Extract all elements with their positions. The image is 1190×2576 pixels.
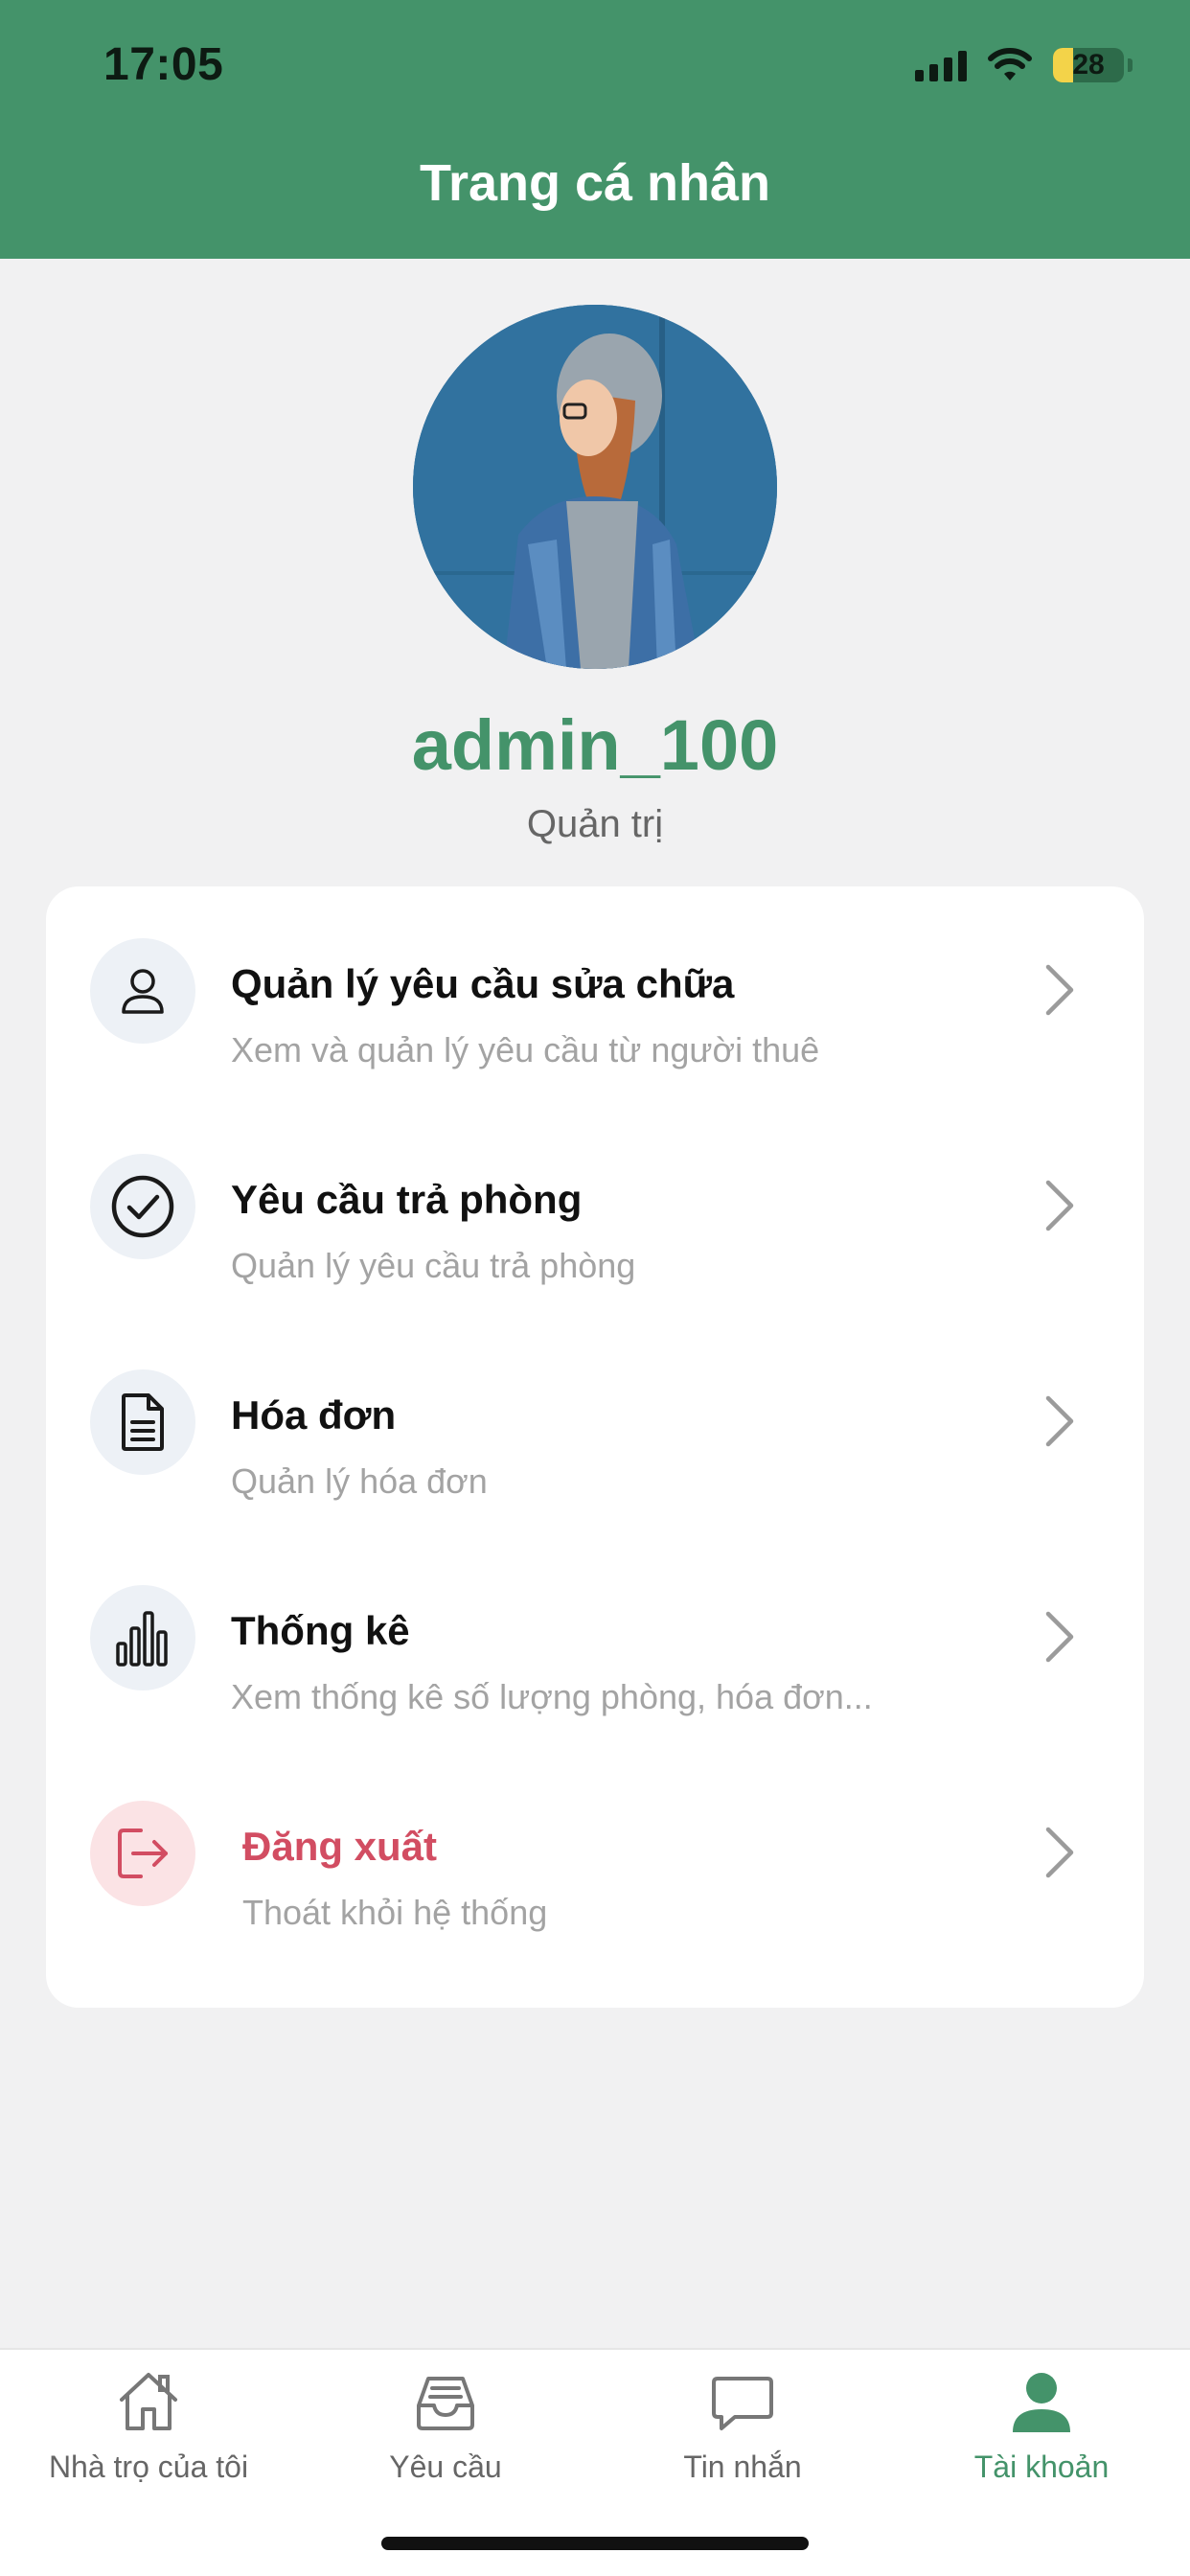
page-title: Trang cá nhân xyxy=(419,154,771,212)
menu-item-logout[interactable]: Đăng xuất Thoát khỏi hệ thống xyxy=(46,1749,1144,1965)
menu-item-subtitle: Thoát khỏi hệ thống xyxy=(242,1893,548,1932)
menu-card: Quản lý yêu cầu sửa chữa Xem và quản lý … xyxy=(46,886,1144,2008)
avatar-photo xyxy=(413,305,777,669)
tab-messages[interactable]: Tin nhắn xyxy=(594,2367,891,2485)
home-icon xyxy=(120,2373,177,2430)
menu-item-subtitle: Xem và quản lý yêu cầu từ người thuê xyxy=(231,1030,820,1070)
check-circle-icon xyxy=(90,1154,195,1259)
profile-username: admin_100 xyxy=(411,705,779,785)
avatar[interactable] xyxy=(413,305,777,669)
tab-label: Nhà trọ của tôi xyxy=(48,2450,249,2484)
home-indicator[interactable] xyxy=(381,2537,809,2550)
status-icons: 28 xyxy=(915,42,1133,88)
menu-item-subtitle: Quản lý yêu cầu trả phòng xyxy=(231,1246,636,1285)
user-icon xyxy=(90,938,195,1044)
battery-cap xyxy=(1128,58,1133,72)
menu-item-title: Hóa đơn xyxy=(231,1392,397,1438)
menu-item-repair-requests[interactable]: Quản lý yêu cầu sửa chữa Xem và quản lý … xyxy=(46,886,1144,1102)
menu-item-title: Yêu cầu trả phòng xyxy=(231,1177,583,1222)
cellular-signal-icon xyxy=(915,49,967,81)
chevron-right-icon xyxy=(1045,1611,1074,1663)
tab-my-rooms[interactable]: Nhà trọ của tôi xyxy=(0,2367,297,2485)
battery-level: 28 xyxy=(1072,49,1105,80)
tab-label: Yêu cầu xyxy=(389,2450,502,2484)
status-time: 17:05 xyxy=(103,39,224,90)
menu-item-invoices[interactable]: Hóa đơn Quản lý hóa đơn xyxy=(46,1318,1144,1533)
tab-label: Tài khoản xyxy=(973,2450,1110,2484)
chat-icon xyxy=(712,2377,773,2430)
document-icon xyxy=(90,1369,195,1475)
menu-item-title: Thống kê xyxy=(231,1608,410,1653)
bar-chart-icon xyxy=(90,1585,195,1690)
chevron-right-icon xyxy=(1045,1827,1074,1878)
app-header: 17:05 28 Trang cá nhân xyxy=(0,0,1190,259)
tab-requests[interactable]: Yêu cầu xyxy=(297,2367,594,2485)
menu-item-subtitle: Xem thống kê số lượng phòng, hóa đơn... xyxy=(231,1677,873,1716)
menu-item-checkout-requests[interactable]: Yêu cầu trả phòng Quản lý yêu cầu trả ph… xyxy=(46,1102,1144,1318)
wifi-icon xyxy=(988,48,1032,80)
chevron-right-icon xyxy=(1045,964,1074,1016)
menu-item-statistics[interactable]: Thống kê Xem thống kê số lượng phòng, hó… xyxy=(46,1533,1144,1749)
chevron-right-icon xyxy=(1045,1180,1074,1231)
inbox-icon xyxy=(417,2377,474,2430)
menu-item-title: Quản lý yêu cầu sửa chữa xyxy=(231,961,735,1006)
chevron-right-icon xyxy=(1045,1395,1074,1447)
menu-item-title: Đăng xuất xyxy=(242,1824,438,1869)
logout-icon xyxy=(90,1801,195,1906)
tab-account[interactable]: Tài khoản xyxy=(893,2367,1190,2485)
menu-item-subtitle: Quản lý hóa đơn xyxy=(231,1461,488,1501)
account-icon xyxy=(1013,2373,1070,2432)
battery-icon: 28 xyxy=(1053,48,1124,82)
tab-label: Tin nhắn xyxy=(683,2450,802,2484)
profile-role: Quản trị xyxy=(526,803,664,845)
